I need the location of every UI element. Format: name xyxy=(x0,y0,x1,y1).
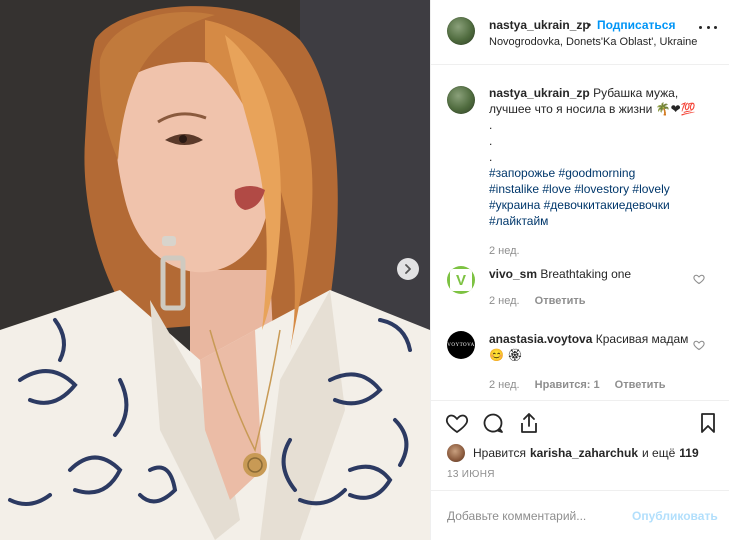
caption-avatar[interactable] xyxy=(447,86,475,114)
comment-time[interactable]: 2 нед. xyxy=(489,379,520,391)
comment-username[interactable]: vivo_sm xyxy=(489,267,537,281)
author-avatar[interactable] xyxy=(447,17,475,45)
location-link[interactable]: Novogrodovka, Donets'Ka Oblast', Ukraine xyxy=(489,36,697,48)
liker-avatar[interactable] xyxy=(447,444,465,462)
comment-meta: 2 нед. Ответить xyxy=(489,295,586,307)
more-options-button[interactable] xyxy=(699,22,717,32)
post-header: nastya_ukrain_zp • Подписаться Novogrodo… xyxy=(431,0,729,65)
author-username[interactable]: nastya_ukrain_zp xyxy=(489,18,590,32)
caption-dot: . xyxy=(489,150,493,164)
comment-meta: 2 нед. Нравится: 1 Ответить xyxy=(489,379,666,391)
publish-button[interactable]: Опубликовать xyxy=(632,509,718,523)
bookmark-icon[interactable] xyxy=(696,411,720,435)
comment-input[interactable] xyxy=(447,507,627,525)
liker-username[interactable]: karisha_zaharchuk xyxy=(530,446,638,460)
comment-likes[interactable]: Нравится: 1 xyxy=(535,379,600,391)
comment-avatar[interactable]: VOYTOVA xyxy=(447,331,475,359)
next-photo-button[interactable] xyxy=(397,258,419,280)
caption: nastya_ukrain_zp Рубашка мужа, лучшее чт… xyxy=(489,85,717,229)
likes-prefix: Нравится xyxy=(473,446,526,460)
comment-body: vivo_sm Breathtaking one xyxy=(489,266,689,282)
hashtag-line[interactable]: #запорожье #goodmorning xyxy=(489,165,717,181)
portrait-image xyxy=(0,0,430,540)
caption-dot: . xyxy=(489,118,493,132)
post-date[interactable]: 13 ИЮНЯ xyxy=(447,469,495,480)
likes-summary: Нравится karisha_zaharchuk и ещё 119 xyxy=(447,443,703,463)
likes-middle: и ещё xyxy=(642,446,676,460)
comment-text: Breathtaking one xyxy=(540,267,632,281)
caption-username[interactable]: nastya_ukrain_zp xyxy=(489,86,590,100)
more-horizontal-icon xyxy=(699,25,702,29)
comment-avatar[interactable]: V xyxy=(447,266,475,294)
comment-time[interactable]: 2 нед. xyxy=(489,295,520,307)
comment-body: anastasia.voytova Красивая мадам😊 🏵 xyxy=(489,331,689,363)
hashtag-line[interactable]: #instalike #love #lovestory #lovely xyxy=(489,181,717,197)
hashtag-line[interactable]: #лайктайм xyxy=(489,213,717,229)
post-actions: Нравится karisha_zaharchuk и ещё 119 13 … xyxy=(431,400,729,490)
share-icon[interactable] xyxy=(517,411,541,435)
comments-list[interactable]: nastya_ukrain_zp Рубашка мужа, лучшее чт… xyxy=(431,65,729,400)
comment-username[interactable]: anastasia.voytova xyxy=(489,332,592,346)
reply-button[interactable]: Ответить xyxy=(615,379,666,391)
vivo-logo: V xyxy=(455,271,466,289)
separator-dot: • xyxy=(587,18,592,32)
heart-icon[interactable] xyxy=(693,273,705,285)
heart-icon[interactable] xyxy=(693,339,705,351)
voytova-logo: VOYTOVA xyxy=(447,342,475,348)
add-comment-bar: Опубликовать xyxy=(431,490,729,540)
caption-dot: . xyxy=(489,134,493,148)
reply-button[interactable]: Ответить xyxy=(535,295,586,307)
comment-icon[interactable] xyxy=(481,411,505,435)
post-sidebar: nastya_ukrain_zp • Подписаться Novogrodo… xyxy=(430,0,729,540)
hashtag-line[interactable]: #украина #девочкитакиедевочки xyxy=(489,197,717,213)
likes-count[interactable]: 119 xyxy=(679,446,698,460)
heart-icon[interactable] xyxy=(445,411,469,435)
chevron-right-icon xyxy=(405,264,411,274)
follow-button[interactable]: Подписаться xyxy=(597,18,675,32)
post-photo[interactable] xyxy=(0,0,430,540)
caption-time[interactable]: 2 нед. xyxy=(489,245,520,257)
